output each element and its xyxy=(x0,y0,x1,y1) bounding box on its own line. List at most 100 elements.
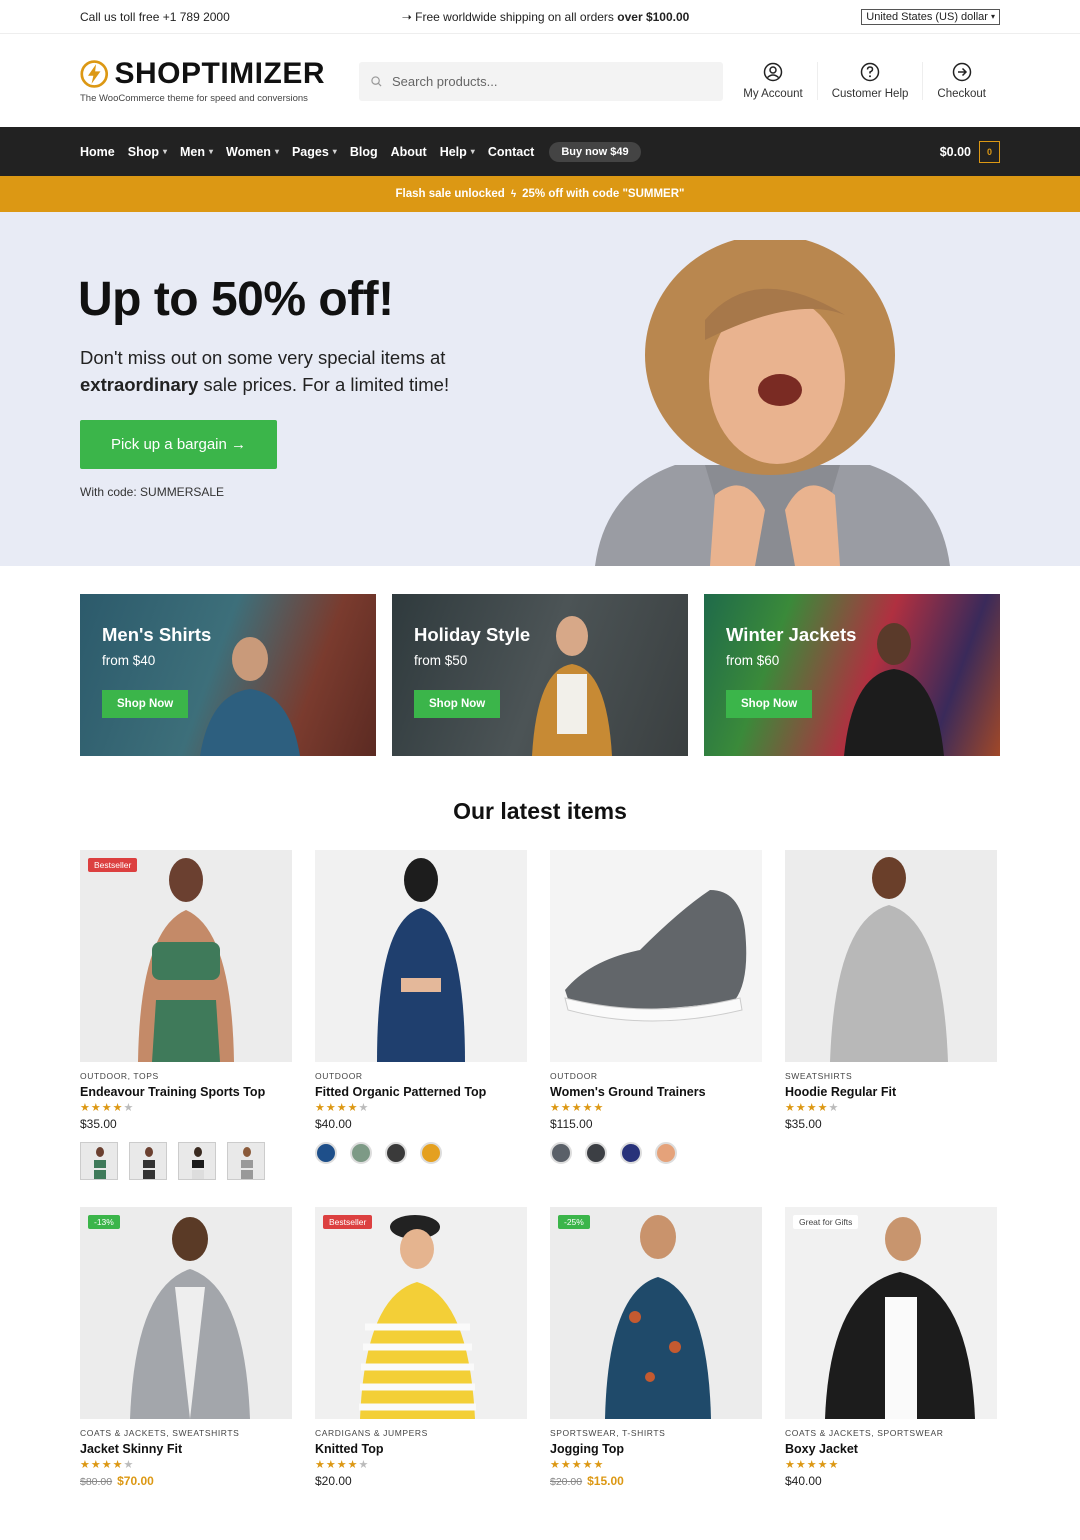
color-swatch-charcoal[interactable] xyxy=(385,1142,407,1164)
nav-label: About xyxy=(390,144,427,159)
nav-item-contact[interactable]: Contact xyxy=(488,145,535,159)
product-name[interactable]: Hoodie Regular Fit xyxy=(785,1085,997,1099)
star-rating: ★★★★★ xyxy=(550,1459,605,1471)
image-swatch[interactable] xyxy=(80,1142,118,1180)
product-image[interactable]: -25% xyxy=(550,1207,762,1419)
user-icon xyxy=(763,62,783,82)
nav-item-help[interactable]: Help ▾ xyxy=(440,145,475,159)
product-image[interactable]: Great for Gifts xyxy=(785,1207,997,1419)
color-swatch-peach[interactable] xyxy=(655,1142,677,1164)
color-swatch-grey[interactable] xyxy=(550,1142,572,1164)
nav-item-blog[interactable]: Blog xyxy=(350,145,378,159)
product-image[interactable] xyxy=(550,850,762,1062)
swatch-photo xyxy=(192,1147,204,1179)
lightning-bolt-icon xyxy=(80,60,109,88)
category-card-mens-shirts[interactable]: Men's Shirts from $40 Shop Now xyxy=(80,594,376,756)
product-price: $40.00 xyxy=(785,1474,822,1488)
shop-now-button[interactable]: Shop Now xyxy=(414,690,501,718)
category-card-holiday-style[interactable]: Holiday Style from $50 Shop Now xyxy=(392,594,688,756)
currency-select[interactable]: United States (US) dollar ▾ xyxy=(861,8,1000,25)
category-title: Men's Shirts xyxy=(102,624,212,645)
flash-sale-banner: Flash sale unlocked ϟ 25% off with code … xyxy=(0,176,1080,212)
product-image[interactable]: -13% xyxy=(80,1207,292,1419)
product-photo xyxy=(825,1217,975,1419)
product-name[interactable]: Women's Ground Trainers xyxy=(550,1085,762,1099)
shop-now-button[interactable]: Shop Now xyxy=(726,690,813,718)
category-price: from $50 xyxy=(414,653,468,668)
color-swatch-blue[interactable] xyxy=(315,1142,337,1164)
old-price: $80.00 xyxy=(80,1476,113,1488)
logo-text: SHOPTIMIZER xyxy=(114,57,325,90)
product-card[interactable]: -13% COATS & JACKETS, SWEATSHIRTS Jacket… xyxy=(80,1207,292,1488)
shipping-text: Free worldwide shipping on all orders xyxy=(415,9,614,24)
sale-price: $15.00 xyxy=(587,1474,624,1488)
hero-title: Up to 50% off! xyxy=(78,273,394,326)
image-swatch[interactable] xyxy=(178,1142,216,1180)
swatch-photo xyxy=(94,1147,106,1179)
checkout-link[interactable]: Checkout xyxy=(922,62,1000,100)
search-input[interactable]: Search products... xyxy=(359,62,723,101)
category-card-winter-jackets[interactable]: Winter Jackets from $60 Shop Now xyxy=(704,594,1000,756)
color-swatch-mustard[interactable] xyxy=(420,1142,442,1164)
product-image[interactable] xyxy=(785,850,997,1062)
product-category: OUTDOOR, TOPS xyxy=(80,1071,159,1081)
product-card[interactable]: Great for Gifts COATS & JACKETS, SPORTSW… xyxy=(785,1207,997,1488)
product-name[interactable]: Jacket Skinny Fit xyxy=(80,1442,292,1456)
color-swatch-dark-grey[interactable] xyxy=(585,1142,607,1164)
product-card[interactable]: OUTDOOR Fitted Organic Patterned Top ★★★… xyxy=(315,850,527,1180)
nav-item-shop[interactable]: Shop ▾ xyxy=(128,145,167,159)
my-account-label: My Account xyxy=(743,88,803,100)
category-photo xyxy=(844,623,944,756)
chevron-down-icon: ▾ xyxy=(162,147,167,156)
nav-label: Women xyxy=(226,144,271,159)
discount-badge: -13% xyxy=(88,1215,120,1229)
product-photo xyxy=(130,1217,250,1419)
image-swatch[interactable] xyxy=(129,1142,167,1180)
nav-item-women[interactable]: Women ▾ xyxy=(226,145,279,159)
nav-item-about[interactable]: About xyxy=(391,145,427,159)
product-card[interactable]: OUTDOOR Women's Ground Trainers ★★★★★ $1… xyxy=(550,850,762,1180)
product-name[interactable]: Knitted Top xyxy=(315,1442,527,1456)
product-image[interactable]: Bestseller xyxy=(315,1207,527,1419)
product-photo xyxy=(830,857,948,1062)
arrow-right-circle-icon xyxy=(952,62,971,82)
shop-now-button[interactable]: Shop Now xyxy=(102,690,189,718)
product-price: $115.00 xyxy=(550,1117,593,1131)
logo[interactable]: SHOPTIMIZER The WooCommerce theme for sp… xyxy=(80,57,325,104)
product-card[interactable]: SWEATSHIRTS Hoodie Regular Fit ★★★★★ $35… xyxy=(785,850,997,1180)
nav-item-men[interactable]: Men ▾ xyxy=(180,145,213,159)
product-image[interactable]: Bestseller xyxy=(80,850,292,1062)
cart-count-badge: 0 xyxy=(979,140,1000,163)
star-rating: ★★★★★ xyxy=(315,1102,370,1114)
product-badge: Bestseller xyxy=(88,858,138,872)
product-name[interactable]: Endeavour Training Sports Top xyxy=(80,1085,292,1099)
product-photo xyxy=(138,858,234,1062)
product-price: $40.00 xyxy=(315,1117,352,1131)
product-category: OUTDOOR xyxy=(550,1071,598,1081)
product-card[interactable]: Bestseller OUTDOOR, TOPS Endeavour Train… xyxy=(80,850,292,1180)
sale-price: $70.00 xyxy=(117,1474,154,1488)
customer-help-link[interactable]: Customer Help xyxy=(816,62,923,100)
color-swatch-navy[interactable] xyxy=(620,1142,642,1164)
product-name[interactable]: Fitted Organic Patterned Top xyxy=(315,1085,527,1099)
product-badge: Great for Gifts xyxy=(793,1215,859,1229)
site-header: SHOPTIMIZER The WooCommerce theme for sp… xyxy=(0,34,1080,127)
cart-button[interactable]: $0.00 0 xyxy=(940,140,1000,163)
product-name[interactable]: Jogging Top xyxy=(550,1442,762,1456)
nav-item-pages[interactable]: Pages ▾ xyxy=(292,145,337,159)
product-name[interactable]: Boxy Jacket xyxy=(785,1442,997,1456)
product-card[interactable]: -25% SPORTSWEAR, T-SHIRTS Jogging Top ★★… xyxy=(550,1207,762,1488)
chevron-down-icon: ▾ xyxy=(332,147,337,156)
buy-now-button[interactable]: Buy now $49 xyxy=(549,141,641,162)
hero-model-image xyxy=(595,240,950,566)
hero-text-part: Don't miss out on some very special item… xyxy=(80,347,446,368)
product-card[interactable]: Bestseller CARDIGANS & JUMPERS Knitted T… xyxy=(315,1207,527,1488)
my-account-link[interactable]: My Account xyxy=(729,62,816,100)
image-swatch[interactable] xyxy=(227,1142,265,1180)
category-photo xyxy=(200,637,300,756)
search-placeholder: Search products... xyxy=(392,74,498,89)
pick-up-bargain-button[interactable]: Pick up a bargain → xyxy=(80,420,277,469)
nav-item-home[interactable]: Home xyxy=(80,145,115,159)
product-image[interactable] xyxy=(315,850,527,1062)
color-swatch-sage[interactable] xyxy=(350,1142,372,1164)
